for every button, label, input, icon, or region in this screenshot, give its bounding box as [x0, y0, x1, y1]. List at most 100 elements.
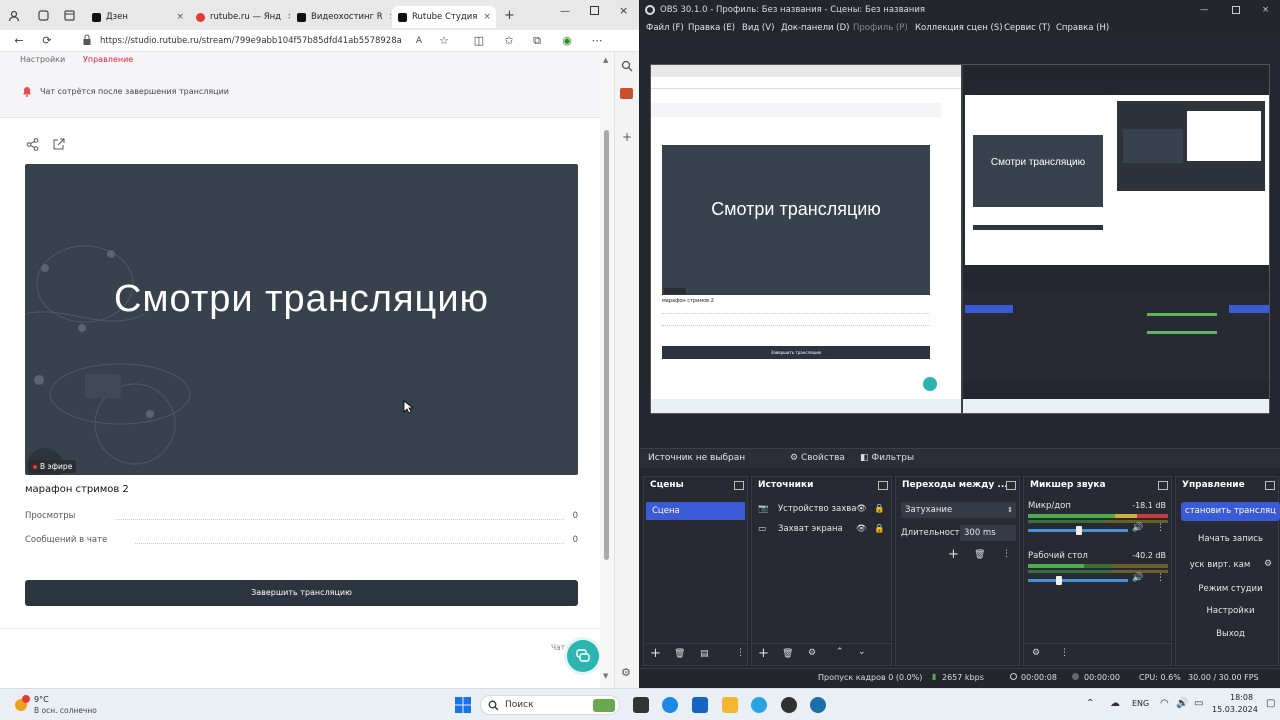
delete-icon[interactable]: 🗑	[674, 649, 685, 659]
close-tab-icon[interactable]: ×	[170, 12, 184, 22]
add-sidebar-icon[interactable]: +	[622, 130, 632, 144]
dock-float-icon[interactable]	[878, 481, 888, 490]
collections-icon[interactable]: ⧉	[530, 34, 544, 48]
add-source-button[interactable]: +	[758, 646, 769, 661]
source-item-capture-device[interactable]: 📷 Устройство захва 👁 🔒	[758, 504, 890, 518]
settings-button[interactable]: Настройки	[1181, 602, 1280, 621]
more-vertical-icon[interactable]: ⋮	[1002, 549, 1011, 559]
duration-input[interactable]: 300 ms	[960, 525, 1016, 541]
close-tab-icon[interactable]: ×	[281, 12, 290, 22]
url-field[interactable]: https://studio.rutube.ru/stream/799e9abb…	[80, 33, 405, 49]
delete-icon[interactable]: 🗑	[974, 550, 985, 560]
favorites-icon[interactable]: ✩	[502, 34, 516, 48]
search-icon[interactable]	[621, 60, 633, 72]
favorite-star-icon[interactable]: ☆	[437, 34, 451, 48]
tab-actions-icon[interactable]	[64, 10, 75, 21]
gear-icon[interactable]: ⚙	[808, 648, 816, 658]
notifications-icon[interactable]: ▢	[1266, 698, 1275, 709]
chat-button[interactable]	[567, 640, 599, 672]
menu-tools[interactable]: Сервис (T)	[1004, 23, 1050, 33]
menu-scene-collection[interactable]: Коллекция сцен (S)	[915, 23, 1003, 33]
dock-float-icon[interactable]	[1265, 481, 1275, 490]
maximize-button[interactable]	[590, 6, 599, 15]
refresh-icon[interactable]: ⟳	[40, 34, 54, 48]
wifi-icon[interactable]: ◠	[1160, 698, 1169, 709]
weather-widget[interactable]	[12, 694, 32, 714]
scene-filter-icon[interactable]: ▤	[700, 649, 709, 659]
new-tab-button[interactable]: +	[504, 8, 515, 23]
sidebar-settings-icon[interactable]: ⚙	[621, 666, 631, 679]
obs-icon[interactable]	[781, 697, 797, 713]
tab-rutube-studio[interactable]: Rutube Студия ×	[392, 6, 496, 28]
source-item-screen-capture[interactable]: ▭ Захват экрана 👁 🔒	[758, 524, 890, 538]
minimize-button[interactable]: —	[560, 6, 570, 17]
back-icon[interactable]: ←	[12, 34, 26, 48]
tools-icon[interactable]	[620, 88, 633, 99]
clock-time[interactable]: 18:08	[1230, 693, 1253, 702]
move-up-icon[interactable]: ⌃	[836, 647, 844, 657]
start-virtual-camera-button[interactable]: уск вирт. кам	[1181, 556, 1259, 575]
add-transition-button[interactable]: +	[948, 547, 959, 562]
dock-float-icon[interactable]	[734, 481, 744, 490]
maximize-button[interactable]	[1232, 6, 1240, 14]
page-scrollbar[interactable]: ▲ ▼	[600, 52, 614, 688]
menu-file[interactable]: Файл (F)	[646, 23, 684, 33]
close-window-button[interactable]: ×	[1262, 0, 1269, 20]
gear-icon[interactable]: ⚙	[1264, 559, 1272, 569]
filters-button[interactable]: ◧ Фильтры	[860, 453, 914, 463]
more-vertical-icon[interactable]: ⋮	[1156, 573, 1165, 583]
lock-icon[interactable]: 🔒	[874, 524, 885, 534]
taskbar-search[interactable]: Поиск	[480, 695, 620, 715]
eye-icon[interactable]: 👁	[856, 504, 867, 514]
speaker-icon[interactable]: 🔊	[1132, 523, 1143, 533]
workspaces-icon[interactable]	[38, 10, 49, 21]
close-tab-icon[interactable]: ×	[477, 12, 491, 22]
clock-date[interactable]: 15.03.2024	[1212, 705, 1258, 714]
scroll-down-icon[interactable]: ▼	[603, 672, 608, 680]
obs-preview-canvas[interactable]: Смотри трансляцию марафон стримов 2 Заве…	[650, 64, 1270, 414]
menu-help[interactable]: Справка (H)	[1056, 23, 1109, 33]
more-menu-icon[interactable]: ⋯	[590, 34, 604, 48]
speaker-icon[interactable]: 🔊	[1132, 573, 1143, 583]
share-icon[interactable]	[26, 138, 39, 151]
menu-docks[interactable]: Док-панели (D)	[781, 23, 849, 33]
edge-icon[interactable]	[662, 697, 678, 713]
more-vertical-icon[interactable]: ⋮	[1060, 648, 1069, 658]
studio-mode-button[interactable]: Режим студии	[1181, 580, 1280, 599]
tab-rutube-yandex[interactable]: rutube.ru — Янд ×	[190, 6, 290, 28]
store-icon[interactable]	[692, 697, 708, 713]
tab-rutube-hosting[interactable]: Видеохостинг R ×	[291, 6, 391, 28]
task-view-icon[interactable]	[633, 697, 649, 713]
more-vertical-icon[interactable]: ⋮	[736, 648, 745, 658]
read-aloud-icon[interactable]: A	[412, 34, 426, 48]
battery-icon[interactable]: ▭	[1194, 698, 1203, 709]
minimize-button[interactable]: —	[1200, 0, 1209, 20]
slider-handle[interactable]	[1076, 526, 1082, 535]
chevron-up-icon[interactable]: ⌃	[1086, 698, 1094, 709]
onedrive-icon[interactable]: ☁	[1110, 698, 1120, 709]
split-screen-icon[interactable]: ◫	[472, 34, 486, 48]
mixer-settings-icon[interactable]: ⚙	[1032, 648, 1040, 658]
dock-float-icon[interactable]	[1158, 481, 1168, 490]
volume-icon[interactable]: 🔊	[1176, 698, 1188, 709]
transition-select[interactable]: Затухание ⇕	[901, 502, 1016, 518]
properties-button[interactable]: ⚙ Свойства	[790, 453, 845, 463]
stop-streaming-button[interactable]: становить трансляц	[1181, 502, 1280, 521]
more-vertical-icon[interactable]: ⋮	[1156, 523, 1165, 533]
start-recording-button[interactable]: Начать запись	[1181, 530, 1280, 549]
profile-icon[interactable]	[8, 10, 20, 22]
tab-management[interactable]: Управление	[83, 55, 133, 64]
tab-dzen[interactable]: Дзен ×	[86, 6, 190, 28]
scroll-thumb[interactable]	[604, 130, 609, 560]
explorer-icon[interactable]	[722, 697, 738, 713]
menu-edit[interactable]: Правка (E)	[688, 23, 735, 33]
eye-icon[interactable]: 👁	[856, 524, 867, 534]
add-scene-button[interactable]: +	[650, 646, 661, 661]
stream-preview-player[interactable]: Смотри трансляцию В эфире	[25, 164, 578, 475]
windows-start-icon[interactable]	[455, 697, 471, 713]
steam-icon[interactable]	[810, 697, 826, 713]
menu-profile[interactable]: Профиль (P)	[853, 23, 908, 33]
extension-icon[interactable]: ◉	[560, 34, 574, 48]
tab-settings[interactable]: Настройки	[20, 55, 65, 64]
close-tab-icon[interactable]: ×	[383, 12, 391, 22]
